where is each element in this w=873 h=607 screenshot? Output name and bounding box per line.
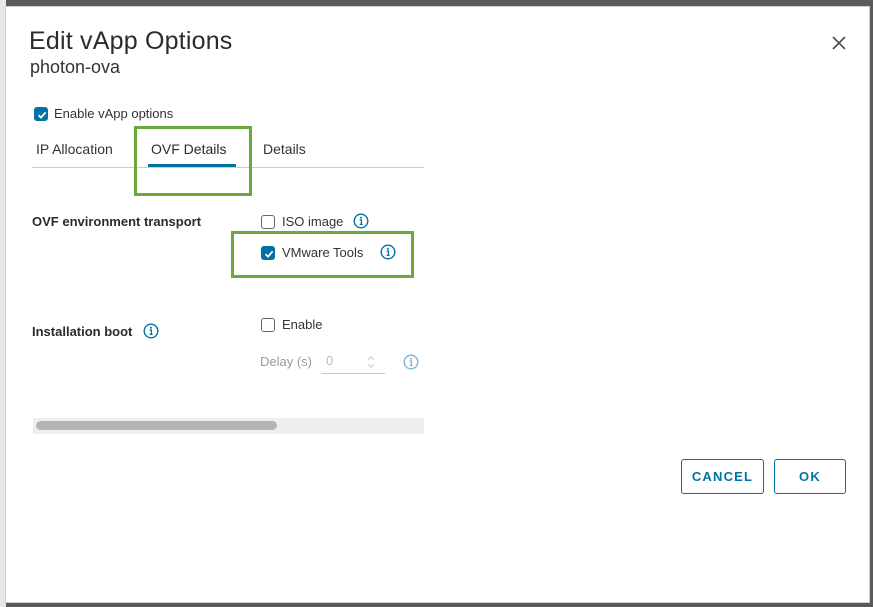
enable-vapp-checkbox[interactable] bbox=[34, 107, 48, 121]
iso-image-label: ISO image bbox=[282, 214, 344, 229]
info-icon[interactable] bbox=[403, 354, 419, 370]
delay-label: Delay (s) bbox=[260, 354, 313, 369]
cancel-button[interactable]: CANCEL bbox=[681, 459, 764, 494]
horizontal-scrollbar-thumb[interactable] bbox=[36, 421, 277, 430]
vmware-tools-highlight-box bbox=[231, 231, 414, 278]
ovf-transport-label: OVF environment transport bbox=[32, 214, 202, 229]
dialog-title: Edit vApp Options bbox=[29, 27, 233, 55]
info-icon[interactable] bbox=[353, 213, 369, 229]
boot-enable-label: Enable bbox=[282, 317, 323, 332]
info-icon[interactable] bbox=[143, 323, 159, 339]
tab-highlight-box bbox=[134, 126, 252, 196]
boot-enable-checkbox[interactable] bbox=[261, 318, 275, 332]
installation-boot-label: Installation boot bbox=[32, 324, 133, 339]
tab-ip-allocation[interactable]: IP Allocation bbox=[36, 141, 113, 157]
close-icon[interactable] bbox=[828, 32, 850, 54]
tab-details[interactable]: Details bbox=[263, 141, 306, 157]
ok-button[interactable]: OK bbox=[774, 459, 846, 494]
enable-vapp-label: Enable vApp options bbox=[54, 106, 174, 121]
spinner-icon[interactable] bbox=[366, 354, 376, 370]
iso-image-checkbox[interactable] bbox=[261, 215, 275, 229]
edit-vapp-options-dialog: Edit vApp Options photon-ova Enable vApp… bbox=[5, 6, 870, 603]
dialog-subtitle: photon-ova bbox=[30, 57, 121, 77]
